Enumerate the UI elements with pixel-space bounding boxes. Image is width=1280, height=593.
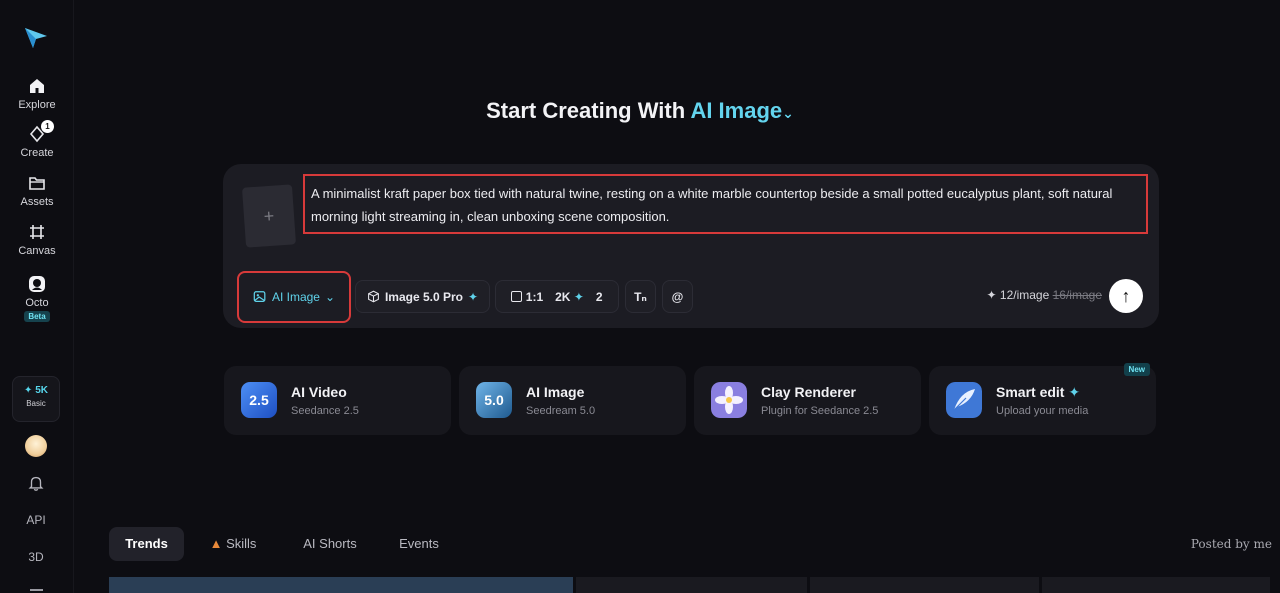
fire-icon: ▲ <box>209 536 223 551</box>
feed-card[interactable] <box>1042 577 1270 593</box>
plan-label: Basic <box>26 399 46 408</box>
resolution: 2K ✦ <box>555 289 584 304</box>
page-title: Start Creating With AI Image⌄ <box>0 98 1280 124</box>
cost-current: 12/image <box>999 288 1050 302</box>
tool-subtitle: Plugin for Seedance 2.5 <box>761 405 879 417</box>
3d-link[interactable]: 3D <box>0 550 72 564</box>
plus-icon: + <box>263 205 275 227</box>
cube-icon <box>368 290 379 303</box>
sparkle-icon: ✦ <box>467 289 479 304</box>
tool-card-ai-image[interactable]: 5.0 AI Image Seedream 5.0 <box>459 366 686 435</box>
feather-quill-icon <box>946 382 982 418</box>
mode-dropdown[interactable]: AI Image ⌄ <box>237 271 351 323</box>
prompt-input[interactable]: A minimalist kraft paper box tied with n… <box>303 174 1148 234</box>
octo-icon <box>29 276 45 292</box>
avatar[interactable] <box>25 435 47 457</box>
model-selector[interactable]: Image 5.0 Pro ✦ <box>355 280 490 313</box>
generate-button[interactable]: ↑ <box>1109 279 1143 313</box>
tab-events[interactable]: Events <box>391 527 447 561</box>
tab-skills[interactable]: ▲ Skills <box>201 527 265 561</box>
bell-icon[interactable] <box>27 474 45 492</box>
tool-name: Clay Renderer <box>761 384 856 400</box>
app-logo-icon[interactable] <box>24 26 48 50</box>
sidebar-item-octo[interactable]: Octo Beta <box>0 274 74 322</box>
feed-card[interactable] <box>810 577 1039 593</box>
title-mode-selector[interactable]: AI Image <box>690 98 782 123</box>
sidebar-item-canvas[interactable]: Canvas <box>0 222 74 257</box>
crop-frame-icon <box>30 225 44 239</box>
tool-card-clay-renderer[interactable]: Clay Renderer Plugin for Seedance 2.5 <box>694 366 921 435</box>
sparkle-icon: ✦ <box>573 289 584 304</box>
ai-image-icon: 5.0 <box>476 382 512 418</box>
upload-reference-button[interactable]: + <box>241 184 297 248</box>
sparkle-icon: ✦ <box>1068 384 1081 400</box>
tool-card-smart-edit[interactable]: Smart edit ✦ Upload your media New <box>929 363 1156 435</box>
image-count: 2 <box>595 289 603 304</box>
at-icon: @ <box>671 289 684 304</box>
menu-icon[interactable] <box>30 589 43 591</box>
cost-indicator: ✦ 12/image 16/image <box>987 288 1103 302</box>
folder-icon <box>29 177 45 190</box>
posted-by-label: Posted by me <box>1190 537 1272 551</box>
cost-original: 16/image <box>1052 288 1102 302</box>
beta-badge: Beta <box>24 311 50 322</box>
flower-icon <box>711 382 747 418</box>
sidebar: Explore 1 Create Assets Canvas Octo Beta… <box>0 0 74 593</box>
tool-name: AI Video <box>291 384 347 400</box>
ai-video-icon: 2.5 <box>241 382 277 418</box>
tool-name: Smart edit ✦ <box>996 384 1081 400</box>
sparkle-icon: ✦ <box>986 288 997 302</box>
tab-ai-shorts[interactable]: AI Shorts <box>292 527 368 561</box>
tool-card-ai-video[interactable]: 2.5 AI Video Seedance 2.5 <box>224 366 451 435</box>
tool-subtitle: Seedream 5.0 <box>526 405 596 417</box>
model-label: Image 5.0 Pro <box>384 289 463 304</box>
text-format-button[interactable]: Tₙ <box>625 280 656 313</box>
feed-card[interactable] <box>109 577 573 593</box>
credits-widget[interactable]: ✦ 5K Basic <box>12 376 60 422</box>
feed-card[interactable] <box>576 577 807 593</box>
sidebar-item-label: Octo <box>25 297 49 309</box>
tool-subtitle: Upload your media <box>996 405 1089 417</box>
title-prefix: Start Creating With <box>486 98 686 123</box>
sidebar-item-assets[interactable]: Assets <box>0 173 74 208</box>
mode-label: AI Image <box>271 290 320 304</box>
square-icon <box>511 290 523 302</box>
credits-amount: ✦ 5K <box>24 385 48 396</box>
tool-subtitle: Seedance 2.5 <box>291 405 359 417</box>
arrow-up-icon: ↑ <box>1121 286 1131 306</box>
mention-button[interactable]: @ <box>662 280 693 313</box>
home-icon <box>30 79 44 93</box>
aspect-ratio: 1:1 <box>511 290 543 304</box>
output-settings[interactable]: 1:1 2K ✦ 2 <box>495 280 619 313</box>
sidebar-item-label: Create <box>20 147 54 159</box>
sidebar-item-label: Canvas <box>18 245 56 257</box>
chevron-down-icon[interactable]: ⌄ <box>782 105 794 121</box>
prompt-card: + A minimalist kraft paper box tied with… <box>223 164 1159 328</box>
tool-name: AI Image <box>526 384 585 400</box>
new-badge: New <box>1123 363 1150 376</box>
sidebar-item-label: Assets <box>20 196 54 208</box>
image-icon <box>253 291 266 302</box>
api-link[interactable]: API <box>0 513 72 527</box>
tab-trends[interactable]: Trends <box>109 527 184 561</box>
chevron-down-icon: ⌄ <box>324 290 336 304</box>
text-icon: Tₙ <box>634 289 647 304</box>
sidebar-item-create[interactable]: 1 Create <box>0 120 74 159</box>
